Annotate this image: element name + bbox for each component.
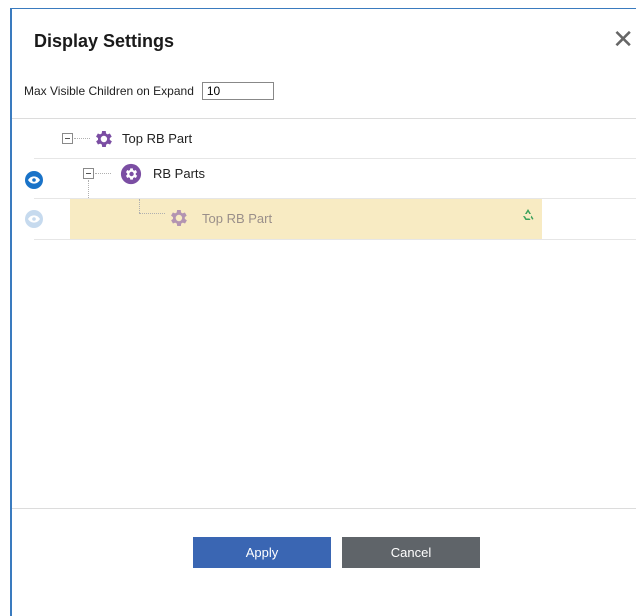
dialog-title: Display Settings	[34, 31, 175, 51]
gear-icon	[171, 210, 187, 226]
recycle-icon	[523, 209, 534, 220]
display-settings-dialog: Display Settings ✕ Max Visible Children …	[10, 8, 636, 616]
tree-connector	[139, 213, 165, 214]
tree-connector	[95, 173, 111, 174]
tree-node-label: RB Parts	[153, 166, 206, 181]
max-children-label: Max Visible Children on Expand	[24, 84, 194, 98]
eye-icon[interactable]	[24, 170, 44, 190]
row-divider	[34, 239, 636, 240]
eye-icon[interactable]	[24, 209, 44, 229]
footer-divider	[12, 508, 636, 509]
tree-node-label: Top RB Part	[122, 131, 193, 146]
tree-connector	[74, 138, 90, 139]
max-children-row: Max Visible Children on Expand	[24, 82, 274, 100]
cancel-button[interactable]: Cancel	[342, 537, 480, 568]
gear-circle-icon	[120, 163, 142, 185]
tree-node-label: Top RB Part	[202, 211, 273, 226]
close-icon[interactable]: ✕	[612, 26, 634, 52]
tree-row[interactable]: RB Parts	[12, 159, 636, 202]
tree-row-selected[interactable]: Top RB Part	[12, 199, 636, 239]
collapse-toggle-icon[interactable]	[62, 133, 73, 144]
max-children-input[interactable]	[201, 82, 274, 100]
apply-button[interactable]: Apply	[193, 537, 331, 568]
tree-row[interactable]: Top RB Part	[12, 119, 636, 159]
tree-connector	[139, 199, 140, 213]
gear-icon	[96, 131, 112, 147]
collapse-toggle-icon[interactable]	[83, 168, 94, 179]
